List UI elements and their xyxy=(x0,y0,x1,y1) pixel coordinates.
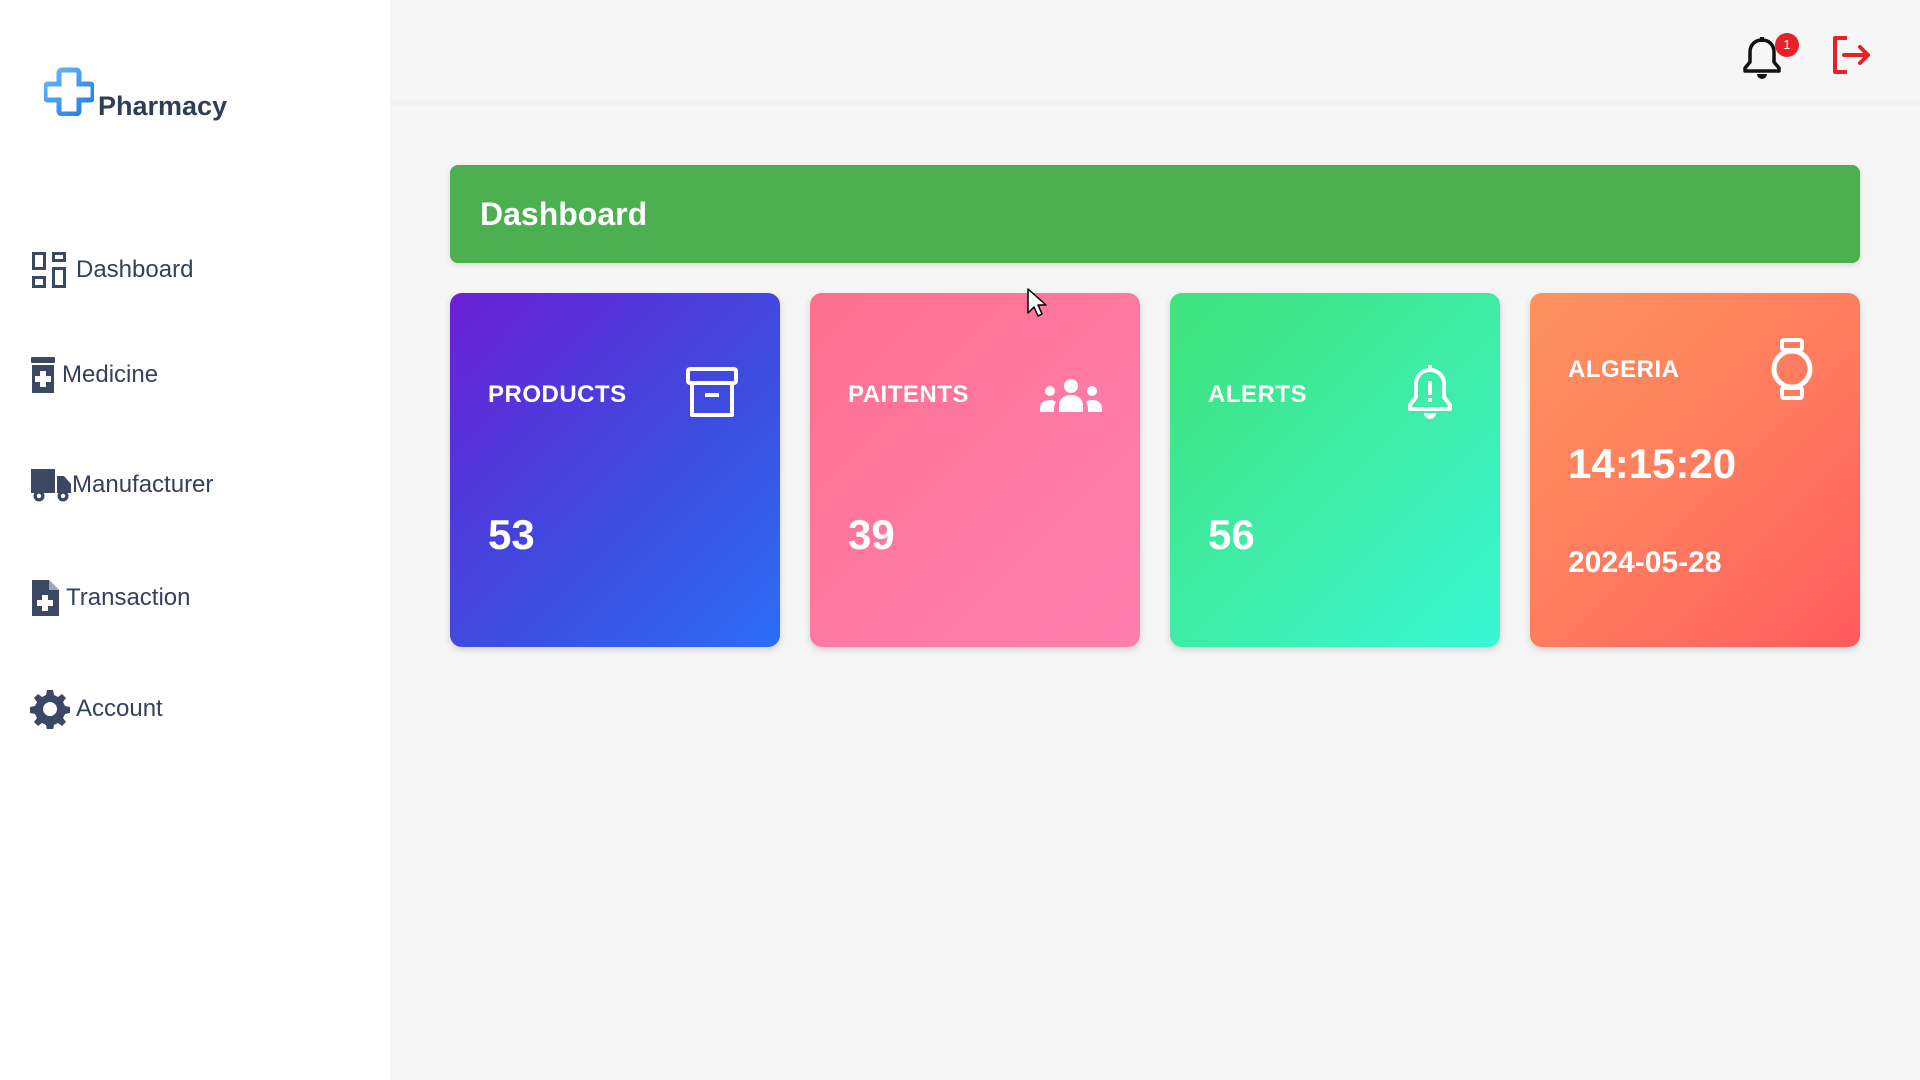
card-title: PAITENTS xyxy=(848,381,969,408)
users-group-icon xyxy=(1040,378,1102,417)
alerts-card[interactable]: ALERTS 56 xyxy=(1170,293,1500,647)
archive-box-icon xyxy=(686,367,738,424)
products-card[interactable]: PRODUCTS 53 xyxy=(450,293,780,647)
algeria-clock-card[interactable]: ALGERIA 14:15:20 2024-05-28 xyxy=(1530,293,1860,647)
sidebar-item-label: Account xyxy=(76,695,163,722)
sidebar-item-label: Medicine xyxy=(62,361,159,388)
card-title: ALGERIA xyxy=(1568,356,1680,383)
sidebar-item-label: Dashboard xyxy=(76,256,194,283)
brand-name: Pharmacy xyxy=(98,91,228,121)
logout-button[interactable] xyxy=(1830,34,1872,76)
sidebar-item-label: Transaction xyxy=(66,584,191,611)
sidebar-item-account[interactable]: Account xyxy=(30,689,163,729)
sidebar-item-medicine[interactable]: Medicine xyxy=(30,356,158,394)
sidebar: Pharmacy Dashboard Medicine Manufacturer xyxy=(0,0,390,1080)
page-title: Dashboard xyxy=(450,165,1860,263)
medicine-bottle-icon xyxy=(31,357,55,393)
logout-icon xyxy=(1833,36,1870,74)
card-value: 53 xyxy=(488,511,535,558)
sidebar-item-label: Manufacturer xyxy=(72,471,214,498)
bell-exclamation-icon xyxy=(1407,365,1453,426)
sidebar-item-manufacturer[interactable]: Manufacturer xyxy=(30,467,213,503)
watch-icon xyxy=(1770,338,1814,405)
card-value: 56 xyxy=(1208,511,1255,558)
notification-badge: 1 xyxy=(1775,33,1799,57)
dashboard-icon xyxy=(32,252,66,288)
gear-icon xyxy=(30,690,70,729)
card-title: PRODUCTS xyxy=(488,381,627,408)
top-bar xyxy=(390,0,1920,106)
file-medical-icon xyxy=(32,580,59,616)
sidebar-item-transaction[interactable]: Transaction xyxy=(30,578,191,618)
clock-date: 2024-05-28 xyxy=(1568,546,1722,579)
medical-cross-icon xyxy=(44,67,94,116)
sidebar-item-dashboard[interactable]: Dashboard xyxy=(30,250,193,290)
patients-card[interactable]: PAITENTS 39 xyxy=(810,293,1140,647)
truck-icon xyxy=(31,469,71,502)
mouse-cursor-icon xyxy=(1027,288,1047,317)
brand[interactable]: Pharmacy xyxy=(44,66,227,121)
card-title: ALERTS xyxy=(1208,381,1307,408)
clock-time: 14:15:20 xyxy=(1568,440,1737,487)
card-value: 39 xyxy=(848,511,895,558)
